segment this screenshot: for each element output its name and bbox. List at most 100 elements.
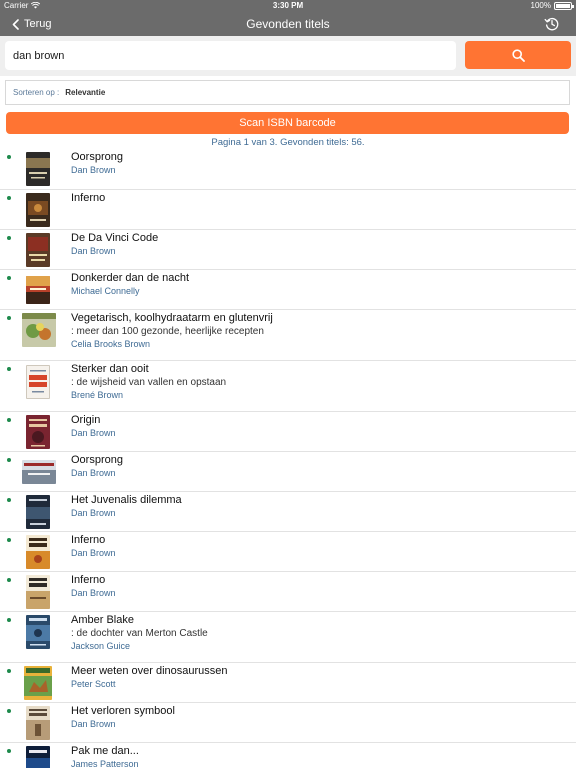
- list-bullet: [7, 418, 11, 422]
- book-info: Inferno Dan Brown: [71, 574, 566, 599]
- book-cover: [26, 495, 50, 529]
- list-bullet: [7, 669, 11, 673]
- result-item[interactable]: Inferno: [0, 190, 576, 230]
- list-bullet: [7, 709, 11, 713]
- book-title: Amber Blake: [71, 614, 134, 626]
- book-info: Amber Blake : de dochter van Merton Cast…: [71, 614, 566, 652]
- result-item[interactable]: Vegetarisch, koolhydraatarm en glutenvri…: [0, 310, 576, 361]
- book-info: Inferno: [71, 192, 566, 205]
- book-author: Dan Brown: [71, 719, 116, 729]
- sort-selector[interactable]: Sorteren op : Relevantie: [5, 80, 570, 105]
- list-bullet: [7, 538, 11, 542]
- clock: 3:30 PM: [272, 1, 304, 10]
- result-item[interactable]: Sterker dan ooit : de wijsheid van valle…: [0, 361, 576, 412]
- book-info: Sterker dan ooit : de wijsheid van valle…: [71, 363, 566, 401]
- book-info: De Da Vinci Code Dan Brown: [71, 232, 566, 257]
- book-title: Het verloren symbool: [71, 705, 175, 717]
- book-info: Het Juvenalis dilemma Dan Brown: [71, 494, 566, 519]
- book-cover: [26, 152, 50, 186]
- result-item[interactable]: Pak me dan... James Patterson: [0, 743, 576, 768]
- result-item[interactable]: Amber Blake : de dochter van Merton Cast…: [0, 612, 576, 663]
- book-info: Oorsprong Dan Brown: [71, 454, 566, 479]
- book-title: Het Juvenalis dilemma: [71, 494, 182, 506]
- search-button[interactable]: [465, 41, 571, 69]
- book-author: Peter Scott: [71, 679, 116, 689]
- book-info: Pak me dan... James Patterson: [71, 745, 566, 768]
- book-cover: [26, 415, 50, 449]
- book-cover: [26, 535, 50, 569]
- book-title: De Da Vinci Code: [71, 232, 159, 244]
- navigation-bar: Terug Gevonden titels: [0, 12, 576, 36]
- scan-isbn-button[interactable]: Scan ISBN barcode: [6, 112, 569, 134]
- book-title: Vegetarisch, koolhydraatarm en glutenvri…: [71, 312, 273, 324]
- history-button[interactable]: [544, 16, 560, 32]
- results-list: Oorsprong Dan Brown Inferno De Da Vinci …: [0, 149, 576, 768]
- result-item[interactable]: Het verloren symbool Dan Brown: [0, 703, 576, 743]
- result-item[interactable]: Oorsprong Dan Brown: [0, 452, 576, 492]
- book-cover: [26, 706, 50, 740]
- result-item[interactable]: Het Juvenalis dilemma Dan Brown: [0, 492, 576, 532]
- list-bullet: [7, 749, 11, 753]
- book-title: Origin: [71, 414, 101, 426]
- book-subtitle: : meer dan 100 gezonde, heerlijke recept…: [71, 326, 264, 337]
- book-title: Pak me dan...: [71, 745, 139, 757]
- book-cover: [26, 233, 50, 267]
- book-title: Oorsprong: [71, 454, 123, 466]
- book-title: Inferno: [71, 192, 106, 204]
- search-input[interactable]: [5, 41, 456, 70]
- book-author: Brené Brown: [71, 390, 124, 400]
- book-author: Dan Brown: [71, 428, 116, 438]
- list-bullet: [7, 196, 11, 200]
- book-subtitle: : de wijsheid van vallen en opstaan: [71, 377, 227, 388]
- book-info: Het verloren symbool Dan Brown: [71, 705, 566, 730]
- result-item[interactable]: Oorsprong Dan Brown: [0, 149, 576, 190]
- book-info: Meer weten over dinosaurussen Peter Scot…: [71, 665, 566, 690]
- book-cover: [26, 276, 50, 304]
- book-cover: [22, 460, 56, 484]
- result-item[interactable]: Inferno Dan Brown: [0, 572, 576, 612]
- book-cover: [26, 746, 50, 768]
- list-bullet: [7, 578, 11, 582]
- sort-value: Relevantie: [65, 88, 106, 97]
- book-subtitle: : de dochter van Merton Castle: [71, 628, 208, 639]
- book-cover: [22, 313, 56, 347]
- result-item[interactable]: Origin Dan Brown: [0, 412, 576, 452]
- result-item[interactable]: Meer weten over dinosaurussen Peter Scot…: [0, 663, 576, 703]
- sort-label: Sorteren op :: [13, 88, 60, 97]
- book-author: Dan Brown: [71, 548, 116, 558]
- result-item[interactable]: De Da Vinci Code Dan Brown: [0, 230, 576, 270]
- book-author: Jackson Guice: [71, 641, 131, 651]
- book-title: Inferno: [71, 534, 106, 546]
- list-bullet: [7, 236, 11, 240]
- battery-info: 100%: [530, 1, 574, 10]
- book-title: Oorsprong: [71, 151, 123, 163]
- book-author: Dan Brown: [71, 246, 116, 256]
- list-bullet: [7, 276, 11, 280]
- list-bullet: [7, 155, 11, 159]
- list-bullet: [7, 316, 11, 320]
- result-item[interactable]: Inferno Dan Brown: [0, 532, 576, 572]
- page-title: Gevonden titels: [246, 17, 330, 31]
- book-title: Inferno: [71, 574, 106, 586]
- book-title: Sterker dan ooit: [71, 363, 149, 375]
- book-cover: [26, 193, 50, 227]
- book-author: Dan Brown: [71, 468, 116, 478]
- book-author: Michael Connelly: [71, 286, 140, 296]
- list-bullet: [7, 618, 11, 622]
- battery-percentage: 100%: [530, 1, 551, 10]
- book-cover: [26, 615, 50, 649]
- book-info: Inferno Dan Brown: [71, 534, 566, 559]
- search-bar: [0, 36, 576, 76]
- search-icon: [511, 48, 525, 62]
- list-bullet: [7, 367, 11, 371]
- book-author: Celia Brooks Brown: [71, 339, 151, 349]
- book-title: Meer weten over dinosaurussen: [71, 665, 228, 677]
- book-cover: [26, 575, 50, 609]
- list-bullet: [7, 498, 11, 502]
- book-cover: [24, 666, 52, 700]
- book-info: Donkerder dan de nacht Michael Connelly: [71, 272, 566, 297]
- result-item[interactable]: Donkerder dan de nacht Michael Connelly: [0, 270, 576, 310]
- book-info: Vegetarisch, koolhydraatarm en glutenvri…: [71, 312, 566, 350]
- book-author: Dan Brown: [71, 588, 116, 598]
- history-icon: [544, 17, 559, 31]
